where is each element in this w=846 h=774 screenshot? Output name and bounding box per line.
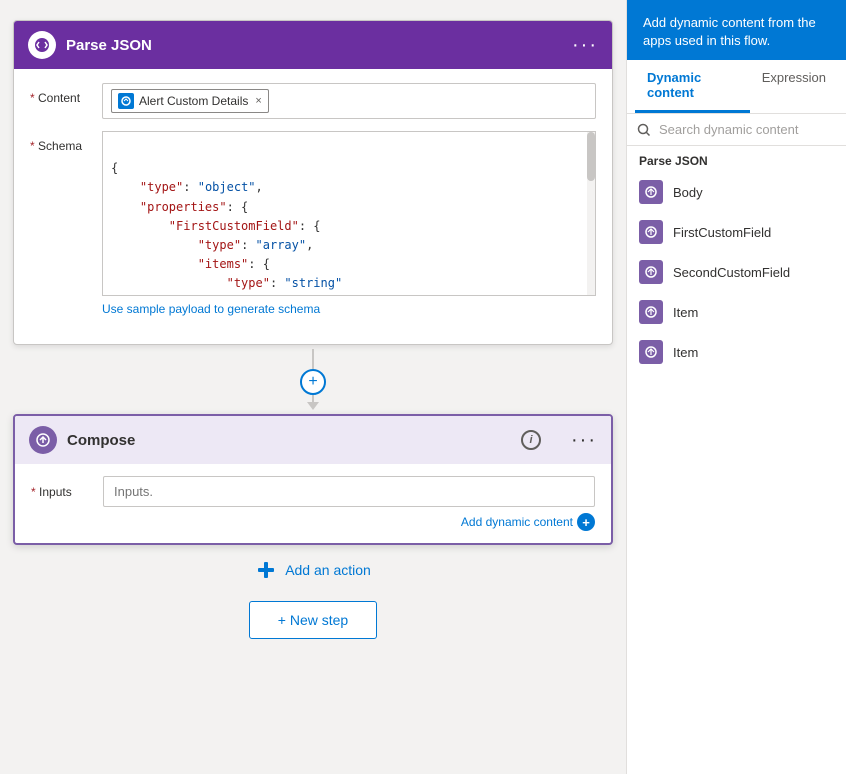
- content-tag: Alert Custom Details ×: [111, 89, 269, 113]
- schema-scroll[interactable]: { "type": "object", "properties": { "Fir…: [102, 131, 596, 296]
- schema-field-row: Schema { "type": "object", "properties":…: [30, 131, 596, 318]
- content-label: Content: [30, 83, 90, 105]
- content-tag-container[interactable]: Alert Custom Details ×: [102, 83, 596, 119]
- add-step-button[interactable]: +: [300, 369, 326, 395]
- parse-json-title: Parse JSON: [66, 37, 562, 54]
- panel-item-first-custom-icon: [639, 220, 663, 244]
- connector-line-1: [312, 349, 314, 369]
- sample-link[interactable]: Use sample payload to generate schema: [102, 302, 320, 316]
- inputs-field[interactable]: [103, 476, 595, 507]
- inputs-row: Inputs: [31, 476, 595, 507]
- right-panel: Add dynamic content from the apps used i…: [626, 0, 846, 774]
- tab-dynamic[interactable]: Dynamic content: [635, 60, 750, 113]
- parse-json-menu[interactable]: ···: [572, 34, 598, 57]
- panel-item-second-custom-label: SecondCustomField: [673, 265, 790, 280]
- compose-header: Compose i ···: [15, 416, 611, 464]
- content-tag-text: Alert Custom Details: [139, 94, 248, 108]
- new-step-label: + New step: [278, 612, 348, 628]
- add-dynamic-label: Add dynamic content: [461, 515, 573, 529]
- connector-arrow: [307, 402, 319, 410]
- panel-tabs: Dynamic content Expression: [627, 60, 846, 114]
- compose-title: Compose: [67, 432, 511, 449]
- panel-search-row: [627, 114, 846, 146]
- panel-item-item1-icon: [639, 300, 663, 324]
- schema-container: { "type": "object", "properties": { "Fir…: [102, 131, 596, 318]
- panel-item-item2-icon: [639, 340, 663, 364]
- add-dynamic-row: Add dynamic content +: [31, 513, 595, 535]
- add-dynamic-plus-icon: +: [577, 513, 595, 531]
- info-icon[interactable]: i: [521, 430, 541, 450]
- add-dynamic-button[interactable]: Add dynamic content +: [461, 513, 595, 531]
- inputs-label: Inputs: [31, 485, 91, 499]
- panel-header-text: Add dynamic content from the apps used i…: [643, 15, 816, 48]
- add-action-icon: [255, 559, 277, 581]
- connector-1: +: [300, 349, 326, 410]
- panel-item-first-custom-label: FirstCustomField: [673, 225, 771, 240]
- compose-body: Inputs Add dynamic content +: [15, 464, 611, 543]
- panel-item-item1-label: Item: [673, 305, 698, 320]
- content-field-row: Content Alert Custom Details ×: [30, 83, 596, 119]
- parse-json-header: Parse JSON ···: [14, 21, 612, 69]
- compose-menu[interactable]: ···: [571, 429, 597, 452]
- add-action-label: Add an action: [285, 562, 371, 578]
- panel-item-second-custom[interactable]: SecondCustomField: [627, 252, 846, 292]
- content-tag-close[interactable]: ×: [255, 95, 261, 107]
- schema-inner: { "type": "object", "properties": { "Fir…: [103, 132, 595, 296]
- panel-item-item-2[interactable]: Item: [627, 332, 846, 372]
- search-input[interactable]: [659, 122, 836, 137]
- add-action-row[interactable]: Add an action: [255, 559, 371, 581]
- parse-json-card: Parse JSON ··· Content Alert Custom Deta…: [13, 20, 613, 345]
- panel-header: Add dynamic content from the apps used i…: [627, 0, 846, 60]
- panel-item-body-icon: [639, 180, 663, 204]
- panel-section-label: Parse JSON: [627, 146, 846, 172]
- panel-item-item-1[interactable]: Item: [627, 292, 846, 332]
- schema-label: Schema: [30, 131, 90, 153]
- new-step-button[interactable]: + New step: [249, 601, 377, 639]
- panel-item-item2-label: Item: [673, 345, 698, 360]
- panel-item-first-custom[interactable]: FirstCustomField: [627, 212, 846, 252]
- parse-json-body: Content Alert Custom Details × Schema: [14, 69, 612, 344]
- schema-scrollbar[interactable]: [587, 132, 595, 295]
- tab-expression[interactable]: Expression: [750, 60, 838, 113]
- parse-json-icon: [28, 31, 56, 59]
- search-icon: [637, 123, 651, 137]
- compose-card: Compose i ··· Inputs Add dynamic content…: [13, 414, 613, 545]
- compose-icon: [29, 426, 57, 454]
- panel-item-body[interactable]: Body: [627, 172, 846, 212]
- panel-item-second-custom-icon: [639, 260, 663, 284]
- tag-icon: [118, 93, 134, 109]
- panel-item-body-label: Body: [673, 185, 703, 200]
